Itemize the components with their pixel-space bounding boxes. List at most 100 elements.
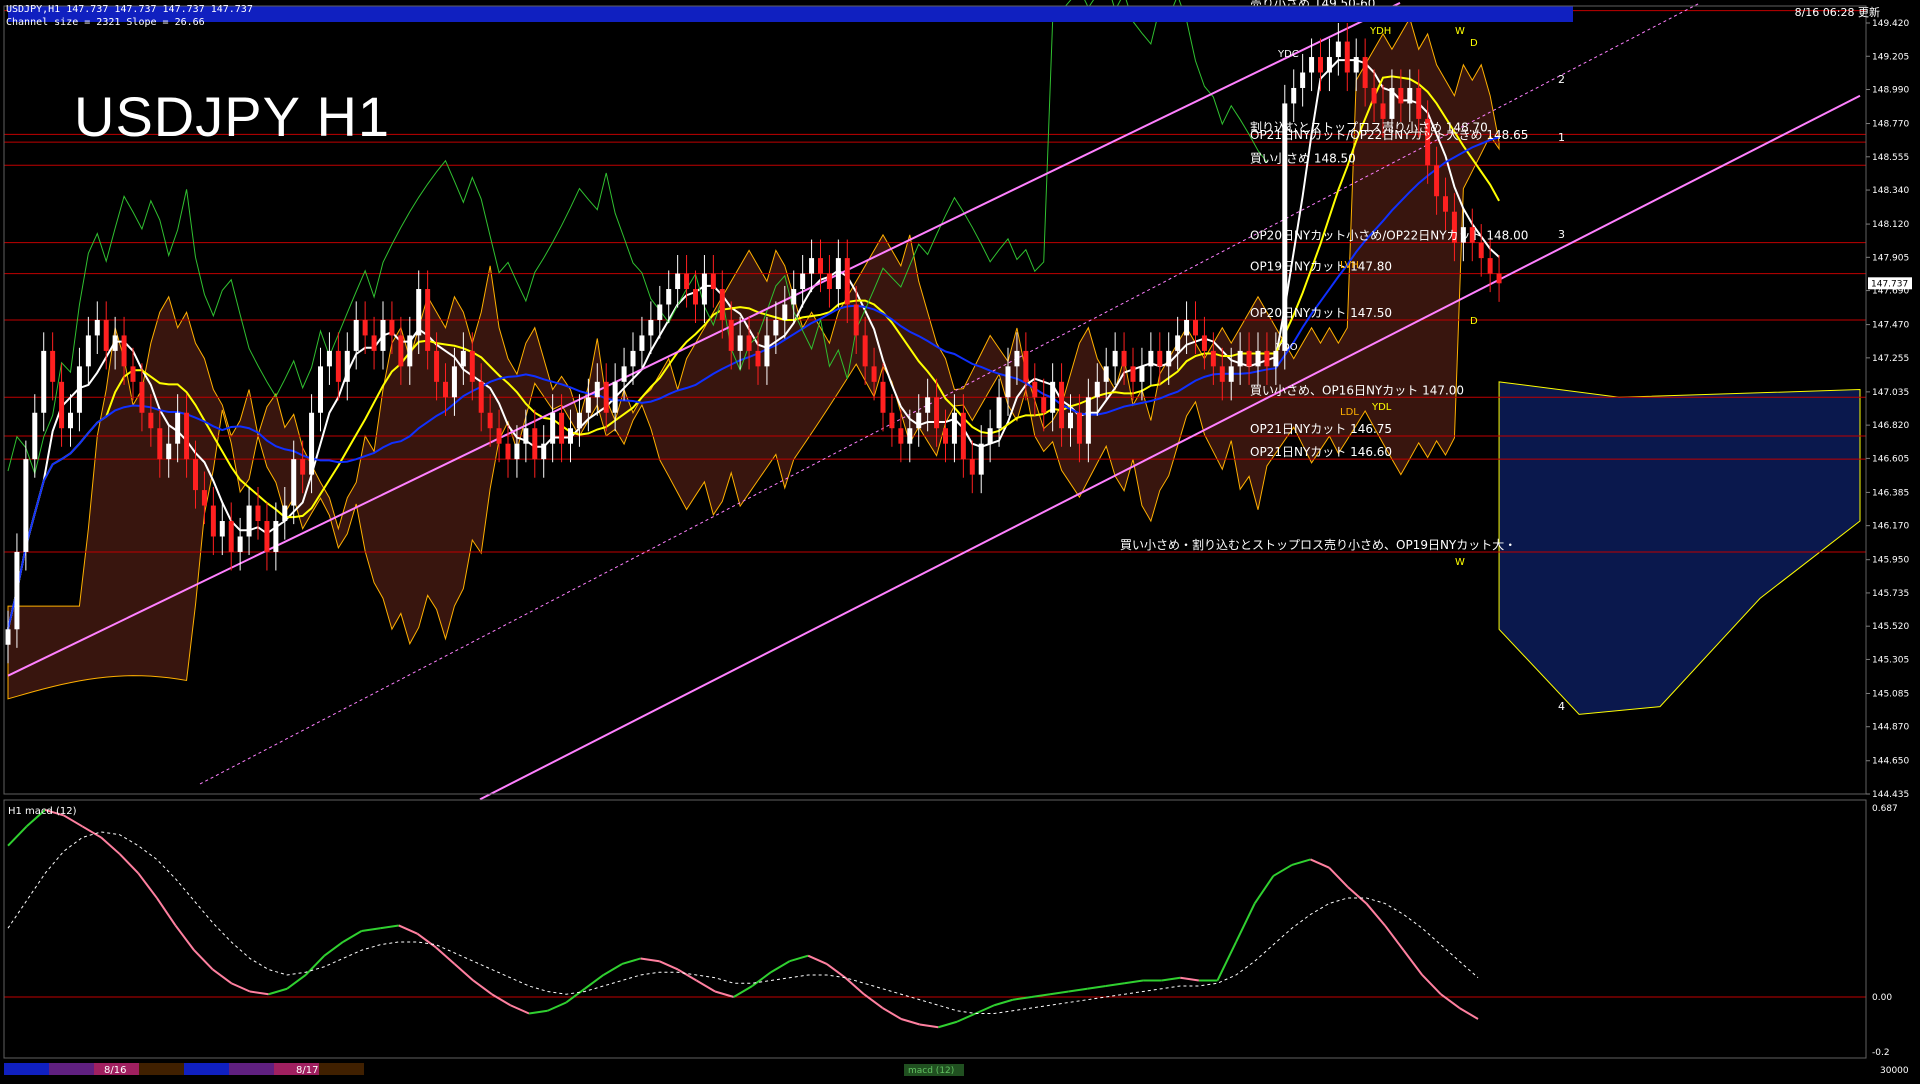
candle-body: [532, 428, 538, 460]
candle-body: [996, 397, 1002, 429]
candle-body: [1112, 350, 1118, 367]
candle-body: [791, 289, 797, 305]
candle-body: [478, 381, 484, 413]
price-tick-label: 146.170: [1872, 522, 1909, 532]
candle-body: [559, 412, 565, 444]
level-label: OP21日NYカット 146.75: [1250, 422, 1392, 436]
candle-body: [1076, 412, 1082, 444]
candle-body: [960, 412, 966, 460]
candle-body: [880, 381, 886, 413]
date-label: 8/16: [104, 1065, 126, 1076]
candle-body: [1094, 381, 1100, 398]
candle-body: [318, 366, 323, 413]
candle-body: [371, 335, 377, 351]
candle-body: [1032, 381, 1038, 398]
candle-body: [219, 521, 225, 537]
candle-body: [657, 304, 663, 320]
candle-body: [68, 412, 73, 429]
candle-body: [300, 459, 306, 475]
candle-body: [925, 397, 931, 413]
price-tick-label: 146.820: [1872, 421, 1909, 431]
candle-body: [1085, 397, 1091, 444]
candle-body: [1148, 350, 1154, 367]
candle-body: [871, 366, 877, 382]
candle-body: [1344, 41, 1350, 73]
candle-body: [94, 319, 100, 336]
candle-body: [246, 505, 252, 537]
candle-body: [818, 258, 823, 274]
candle-body: [139, 381, 145, 413]
candle-body: [889, 412, 895, 429]
candle-body: [728, 319, 734, 351]
box-label: D: [1470, 38, 1478, 49]
candle-body: [1371, 87, 1377, 104]
candle-body: [389, 319, 395, 336]
candle-body: [1335, 41, 1341, 58]
candle-body: [809, 258, 815, 274]
date-strip-segment: [184, 1063, 229, 1075]
candle-body: [237, 536, 243, 552]
candle-body: [862, 335, 868, 367]
candle-body: [621, 366, 627, 382]
price-tick-label: 147.470: [1872, 321, 1909, 331]
candle-body: [326, 350, 332, 367]
price-tick-label: 148.555: [1872, 153, 1909, 163]
candle-body: [1175, 335, 1181, 351]
price-tick-label: 148.120: [1872, 220, 1909, 230]
candle-body: [1273, 350, 1279, 367]
candle-body: [1416, 87, 1422, 119]
candle-body: [550, 412, 556, 444]
candle-body: [1478, 242, 1484, 259]
candle-body: [1318, 57, 1323, 73]
candle-body: [157, 428, 163, 460]
price-tick-label: 145.085: [1872, 689, 1909, 699]
candle-body: [1326, 57, 1332, 73]
candle-body: [675, 273, 681, 290]
level-label: OP19日NYカット 147.80: [1250, 260, 1392, 274]
candle-body: [603, 381, 609, 413]
candle-body: [460, 350, 466, 367]
price-tick-label: 147.255: [1872, 354, 1909, 364]
candle-body: [1005, 366, 1011, 398]
candle-body: [1407, 87, 1413, 104]
candle-body: [1389, 87, 1395, 119]
box-label: YDH: [1369, 26, 1391, 37]
channel-info: Channel size = 2321 Slope = 26.66: [6, 17, 205, 28]
candle-body: [630, 350, 636, 367]
candle-body: [103, 319, 109, 351]
candle-body: [505, 443, 511, 460]
candle-body: [425, 289, 431, 351]
candle-body: [746, 335, 752, 351]
candle-body: [487, 412, 493, 429]
box-label: D: [1470, 316, 1478, 327]
panel-tab-label: macd (12): [908, 1066, 954, 1076]
candle-body: [85, 335, 91, 367]
candle-body: [255, 505, 261, 522]
candle-body: [1041, 397, 1047, 413]
volume-tick: 30000: [1880, 1066, 1909, 1076]
candle-body: [826, 273, 832, 290]
candle-body: [32, 412, 38, 460]
level-label: OP21日NYカット 146.60: [1250, 445, 1392, 459]
level-label: OP20日NYカット小さめ/OP22日NYカット 148.00: [1250, 229, 1528, 243]
candle-body: [898, 428, 904, 444]
candle-body: [1291, 87, 1297, 104]
candle-body: [844, 258, 850, 305]
candle-body: [639, 335, 645, 351]
macd-tick-label: 0.687: [1872, 804, 1898, 814]
level-label: 買い小さめ、OP16日NYカット 147.00: [1250, 383, 1464, 397]
level-label: OP20日NYカット 147.50: [1250, 306, 1392, 320]
box-label: YDC: [1277, 49, 1299, 60]
chart-canvas[interactable]: 売り小さめ 149.50-60割り込むとストップロス売り小さめ 148.70OP…: [0, 0, 1920, 1080]
candle-body: [1237, 350, 1243, 367]
candle-body: [648, 319, 654, 336]
candle-body: [612, 381, 618, 413]
candle-body: [50, 350, 56, 382]
candle-body: [496, 428, 502, 444]
candle-body: [1353, 57, 1359, 73]
candle-body: [951, 412, 957, 444]
candle-body: [1157, 350, 1163, 367]
level-label: 買い小さめ 148.50: [1250, 151, 1356, 165]
candle-body: [1300, 72, 1306, 88]
level-label: OP21日NYカット/OP22日NYカット大きめ 148.65: [1250, 128, 1528, 142]
